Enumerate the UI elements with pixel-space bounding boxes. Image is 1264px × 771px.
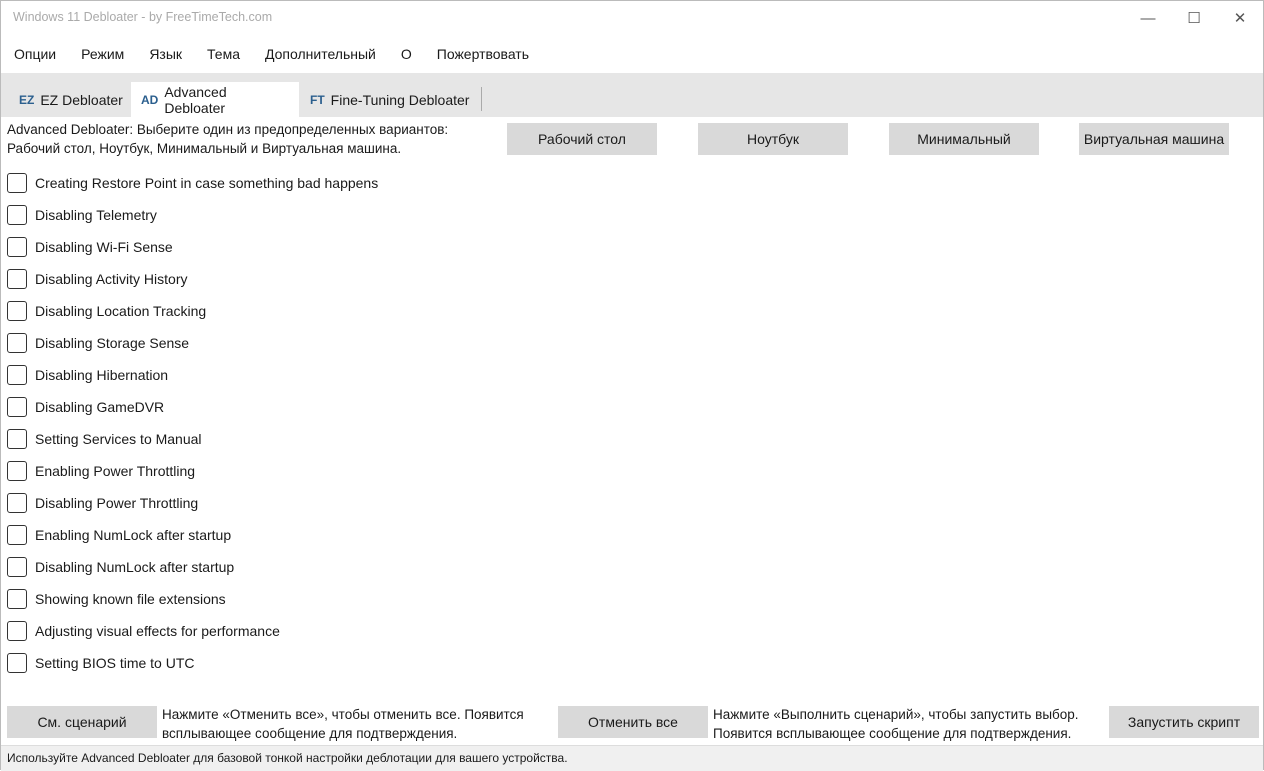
minimize-button[interactable]: — [1125, 1, 1171, 35]
option-checkbox[interactable] [7, 461, 27, 481]
option-checkbox[interactable] [7, 301, 27, 321]
option-label: Adjusting visual effects for performance [35, 623, 280, 639]
option-checkbox[interactable] [7, 557, 27, 577]
preset-vm-button[interactable]: Виртуальная машина [1079, 123, 1229, 155]
option-checkbox[interactable] [7, 173, 27, 193]
option-label: Disabling GameDVR [35, 399, 164, 415]
option-row[interactable]: Disabling Activity History [7, 269, 188, 289]
option-checkbox[interactable] [7, 365, 27, 385]
menu-bar: Опции Режим Язык Тема Дополнительный О П… [1, 35, 1263, 73]
option-label: Disabling NumLock after startup [35, 559, 234, 575]
option-row[interactable]: Disabling Hibernation [7, 365, 168, 385]
option-checkbox[interactable] [7, 237, 27, 257]
option-row[interactable]: Setting BIOS time to UTC [7, 653, 195, 673]
preset-desktop-button[interactable]: Рабочий стол [507, 123, 657, 155]
tab-label: Advanced Debloater [164, 84, 289, 116]
option-row[interactable]: Disabling NumLock after startup [7, 557, 234, 577]
tab-divider [481, 87, 482, 111]
option-row[interactable]: Showing known file extensions [7, 589, 226, 609]
option-label: Disabling Location Tracking [35, 303, 206, 319]
option-row[interactable]: Enabling NumLock after startup [7, 525, 231, 545]
option-row[interactable]: Setting Services to Manual [7, 429, 202, 449]
description-line: Advanced Debloater: Выберите один из пре… [7, 120, 448, 139]
option-checkbox[interactable] [7, 269, 27, 289]
menu-donate[interactable]: Пожертвовать [437, 46, 529, 62]
cancel-note: Нажмите «Отменить все», чтобы отменить в… [162, 705, 524, 743]
preset-laptop-button[interactable]: Ноутбук [698, 123, 848, 155]
menu-language[interactable]: Язык [149, 46, 182, 62]
option-label: Setting BIOS time to UTC [35, 655, 195, 671]
cancel-all-button[interactable]: Отменить все [558, 706, 708, 738]
option-checkbox[interactable] [7, 205, 27, 225]
run-script-button[interactable]: Запустить скрипт [1109, 706, 1259, 738]
tab-label: Fine-Tuning Debloater [331, 92, 470, 108]
option-checkbox[interactable] [7, 525, 27, 545]
ez-icon: EZ [19, 93, 34, 107]
note-line: Нажмите «Выполнить сценарий», чтобы запу… [713, 705, 1079, 724]
note-line: Появится всплывающее сообщение для подтв… [713, 724, 1079, 743]
tab-ez-debloater[interactable]: EZ EZ Debloater [9, 82, 133, 117]
tab-fine-tuning-debloater[interactable]: FT Fine-Tuning Debloater [300, 82, 479, 117]
option-label: Enabling NumLock after startup [35, 527, 231, 543]
option-row[interactable]: Disabling Wi-Fi Sense [7, 237, 173, 257]
tab-advanced-debloater[interactable]: AD Advanced Debloater [131, 82, 299, 117]
option-checkbox[interactable] [7, 621, 27, 641]
option-label: Setting Services to Manual [35, 431, 202, 447]
view-script-button[interactable]: См. сценарий [7, 706, 157, 738]
option-label: Disabling Power Throttling [35, 495, 198, 511]
tab-label: EZ Debloater [40, 92, 122, 108]
option-label: Disabling Hibernation [35, 367, 168, 383]
ft-icon: FT [310, 93, 325, 107]
option-checkbox[interactable] [7, 493, 27, 513]
option-checkbox[interactable] [7, 653, 27, 673]
option-row[interactable]: Enabling Power Throttling [7, 461, 195, 481]
tab-strip: EZ EZ Debloater AD Advanced Debloater FT Fi… [1, 73, 1263, 117]
window-title: Windows 11 Debloater - by FreeTimeTech.c… [13, 10, 272, 24]
run-note: Нажмите «Выполнить сценарий», чтобы запу… [713, 705, 1079, 743]
note-line: Нажмите «Отменить все», чтобы отменить в… [162, 705, 524, 724]
status-bar: Используйте Advanced Debloater для базов… [1, 745, 1263, 771]
option-row[interactable]: Disabling Location Tracking [7, 301, 206, 321]
option-row[interactable]: Creating Restore Point in case something… [7, 173, 378, 193]
option-label: Creating Restore Point in case something… [35, 175, 378, 191]
option-checkbox[interactable] [7, 333, 27, 353]
option-row[interactable]: Disabling Power Throttling [7, 493, 198, 513]
option-row[interactable]: Disabling Telemetry [7, 205, 157, 225]
option-row[interactable]: Adjusting visual effects for performance [7, 621, 280, 641]
option-label: Enabling Power Throttling [35, 463, 195, 479]
option-row[interactable]: Disabling Storage Sense [7, 333, 189, 353]
menu-theme[interactable]: Тема [207, 46, 240, 62]
option-checkbox[interactable] [7, 589, 27, 609]
option-label: Disabling Wi-Fi Sense [35, 239, 173, 255]
maximize-button[interactable]: ☐ [1171, 1, 1217, 35]
menu-mode[interactable]: Режим [81, 46, 124, 62]
menu-advanced[interactable]: Дополнительный [265, 46, 376, 62]
option-label: Showing known file extensions [35, 591, 226, 607]
menu-about[interactable]: О [401, 46, 412, 62]
option-label: Disabling Activity History [35, 271, 188, 287]
description: Advanced Debloater: Выберите один из пре… [7, 120, 448, 158]
option-checkbox[interactable] [7, 397, 27, 417]
option-label: Disabling Telemetry [35, 207, 157, 223]
ad-icon: AD [141, 93, 158, 107]
option-row[interactable]: Disabling GameDVR [7, 397, 164, 417]
menu-options[interactable]: Опции [14, 46, 56, 62]
option-label: Disabling Storage Sense [35, 335, 189, 351]
note-line: всплывающее сообщение для подтверждения. [162, 724, 524, 743]
close-button[interactable]: ✕ [1217, 1, 1263, 35]
preset-minimal-button[interactable]: Минимальный [889, 123, 1039, 155]
description-line: Рабочий стол, Ноутбук, Минимальный и Вир… [7, 139, 448, 158]
option-checkbox[interactable] [7, 429, 27, 449]
